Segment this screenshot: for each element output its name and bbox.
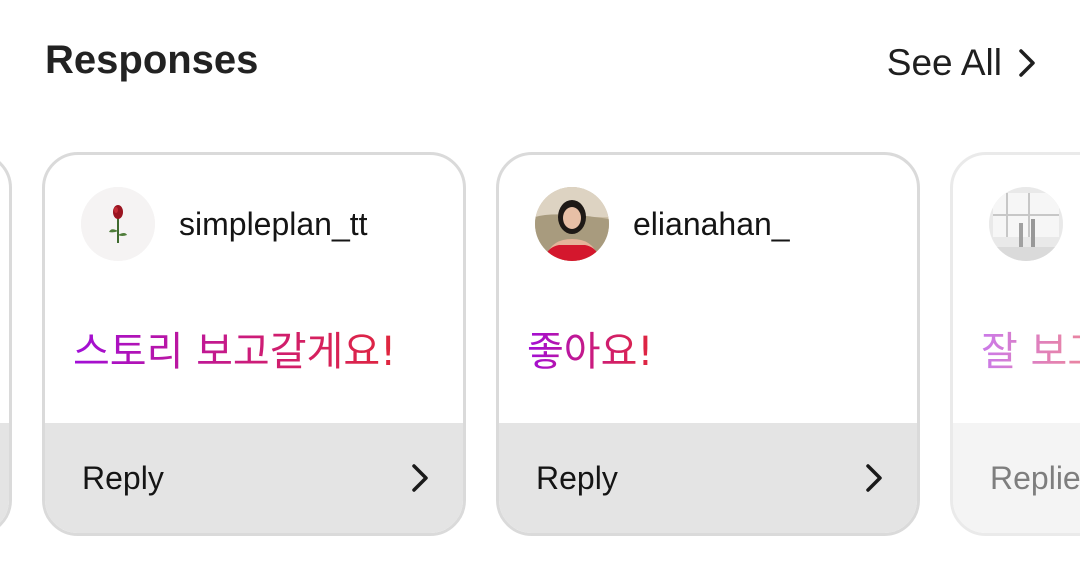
reply-button[interactable]: Reply <box>45 423 463 533</box>
reply-button[interactable]: Reply <box>499 423 917 533</box>
response-user[interactable] <box>989 187 1080 261</box>
see-all-button[interactable]: See All <box>887 42 1036 84</box>
response-message: 좋아요! <box>527 319 653 377</box>
reply-button[interactable]: Replie <box>953 423 1080 533</box>
response-card[interactable]: 잘 보고 Replie <box>950 152 1080 536</box>
response-card[interactable]: simpleplan_tt 스토리 보고갈게요! Reply <box>42 152 466 536</box>
rose-icon <box>81 187 155 261</box>
chevron-right-icon <box>866 464 882 492</box>
avatar[interactable] <box>535 187 609 261</box>
response-card[interactable]: elianahan_ 좋아요! Reply <box>496 152 920 536</box>
avatar[interactable] <box>989 187 1063 261</box>
reply-footer[interactable] <box>0 423 9 533</box>
avatar[interactable] <box>81 187 155 261</box>
username: elianahan_ <box>633 205 790 242</box>
response-card-partial[interactable] <box>0 152 12 536</box>
response-message: 잘 보고 <box>981 319 1080 377</box>
profile-photo-icon <box>535 187 609 261</box>
response-user[interactable]: simpleplan_tt <box>81 187 368 261</box>
responses-carousel[interactable]: simpleplan_tt 스토리 보고갈게요! Reply elianahan… <box>0 152 1080 542</box>
see-all-label: See All <box>886 42 1002 83</box>
response-user[interactable]: elianahan_ <box>535 187 790 261</box>
chevron-right-icon <box>1019 49 1035 77</box>
username: simpleplan_tt <box>179 205 368 242</box>
reply-label: Replie <box>990 459 1080 496</box>
response-message: 스토리 보고갈게요! <box>73 319 396 377</box>
section-title: Responses <box>45 38 259 82</box>
grayscale-photo-icon <box>989 187 1063 261</box>
reply-label: Reply <box>82 459 164 496</box>
chevron-right-icon <box>412 464 428 492</box>
reply-label: Reply <box>536 459 618 496</box>
